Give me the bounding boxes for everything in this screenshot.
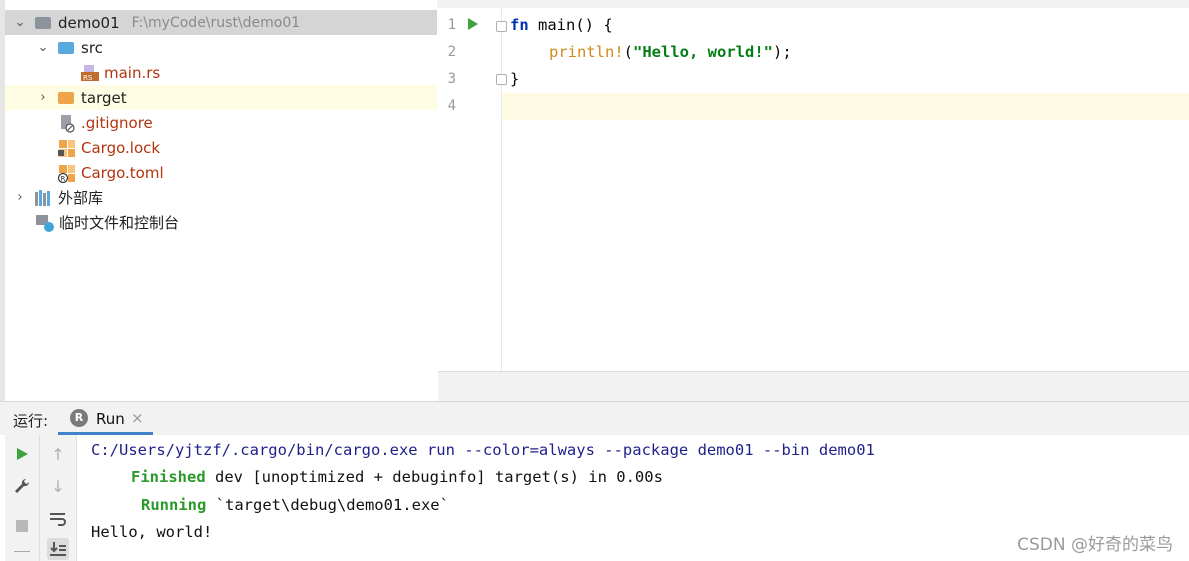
rerun-button[interactable] xyxy=(11,443,33,465)
excluded-folder-icon xyxy=(58,90,76,106)
editor-bottom-area xyxy=(438,371,1189,402)
scratches-console-icon xyxy=(36,214,54,232)
chevron-down-icon[interactable]: ⌄ xyxy=(36,40,50,55)
line-number: 1 xyxy=(447,17,456,33)
tree-root-demo01[interactable]: ⌄ demo01 F:\myCode\rust\demo01 xyxy=(5,10,437,35)
code-editor[interactable]: 1 2 3 4 fn main() { println!("Hello, wor… xyxy=(438,8,1189,371)
run-prefix-label: 运行: xyxy=(13,412,49,430)
arrow-up-icon[interactable]: ↑ xyxy=(47,443,69,465)
separator-icon xyxy=(11,542,33,561)
tree-item-label: .gitignore xyxy=(81,113,153,132)
folder-icon xyxy=(58,40,76,56)
tree-item-cargo-toml[interactable]: R Cargo.toml xyxy=(5,160,437,185)
ide-window: ⌄ demo01 F:\myCode\rust\demo01 ⌄ src RS … xyxy=(0,0,1189,561)
tree-item-label: target xyxy=(81,88,127,107)
chevron-down-icon[interactable]: ⌄ xyxy=(13,15,27,30)
tree-item-external-libraries[interactable]: › 外部库 xyxy=(5,185,437,210)
svg-text:R: R xyxy=(61,175,66,183)
rust-file-icon: RS xyxy=(81,64,99,82)
tree-item-scratches[interactable]: 临时文件和控制台 xyxy=(5,210,437,235)
arrow-down-icon[interactable]: ↓ xyxy=(47,475,69,497)
tree-item-label: src xyxy=(81,38,103,57)
close-icon[interactable]: × xyxy=(131,409,144,427)
line-number: 3 xyxy=(447,71,456,87)
tree-root-label: demo01 xyxy=(58,13,120,32)
watermark: CSDN @好奇的菜鸟 xyxy=(1017,535,1173,555)
run-tool-window-header: 运行: R Run × xyxy=(0,401,1189,435)
tree-item-label: 临时文件和控制台 xyxy=(59,214,180,232)
tree-item-label: Cargo.lock xyxy=(81,138,161,157)
console-finished-line: Finished dev [unoptimized + debuginfo] t… xyxy=(131,468,663,486)
chevron-right-icon[interactable]: › xyxy=(13,190,27,205)
line-number: 2 xyxy=(447,44,456,60)
run-gutter-icon[interactable] xyxy=(468,18,478,30)
stop-button[interactable] xyxy=(11,515,33,537)
rust-icon: R xyxy=(70,409,88,427)
tree-root-path: F:\myCode\rust\demo01 xyxy=(131,14,301,31)
run-toolbar-primary xyxy=(5,435,40,561)
tree-item-main-rs[interactable]: RS main.rs xyxy=(5,60,437,85)
lock-file-icon xyxy=(58,139,76,157)
tree-item-label: Cargo.toml xyxy=(81,163,164,182)
tree-item-src[interactable]: ⌄ src xyxy=(5,35,437,60)
console-program-output: Hello, world! xyxy=(91,523,213,541)
tree-item-gitignore[interactable]: .gitignore xyxy=(5,110,437,135)
console-command-line: C:/Users/yjtzf/.cargo/bin/cargo.exe run … xyxy=(91,441,875,459)
tree-item-label: 外部库 xyxy=(58,189,104,207)
fold-marker-icon[interactable] xyxy=(496,74,507,85)
editor-gutter: 1 2 3 4 xyxy=(438,8,507,371)
project-panel: ⌄ demo01 F:\myCode\rust\demo01 ⌄ src RS … xyxy=(0,0,437,401)
svg-text:RS: RS xyxy=(83,74,93,81)
run-toolbar-secondary: ↑ ↓ xyxy=(40,435,77,561)
code-line-1: fn main() { xyxy=(510,16,613,34)
ignore-file-icon xyxy=(58,114,76,133)
code-line-2: println!("Hello, world!"); xyxy=(549,43,792,61)
tab-run[interactable]: R Run × xyxy=(58,402,153,435)
soft-wrap-icon[interactable] xyxy=(47,508,69,530)
tab-run-label: Run xyxy=(96,410,125,428)
tree-item-label: main.rs xyxy=(104,63,161,82)
console-running-line: Running `target\debug\demo01.exe` xyxy=(141,496,449,514)
wrench-icon[interactable] xyxy=(11,475,33,497)
chevron-right-icon[interactable]: › xyxy=(36,90,50,105)
current-line-highlight xyxy=(502,93,1189,120)
line-number: 4 xyxy=(447,98,456,114)
code-line-3: } xyxy=(510,70,520,88)
fold-marker-icon[interactable] xyxy=(496,21,507,32)
toml-file-icon: R xyxy=(57,164,76,183)
scroll-to-end-icon[interactable] xyxy=(47,538,69,560)
library-icon xyxy=(35,189,53,206)
tree-item-target[interactable]: › target xyxy=(5,85,437,110)
module-folder-icon xyxy=(35,15,53,31)
tree-item-cargo-lock[interactable]: Cargo.lock xyxy=(5,135,437,160)
